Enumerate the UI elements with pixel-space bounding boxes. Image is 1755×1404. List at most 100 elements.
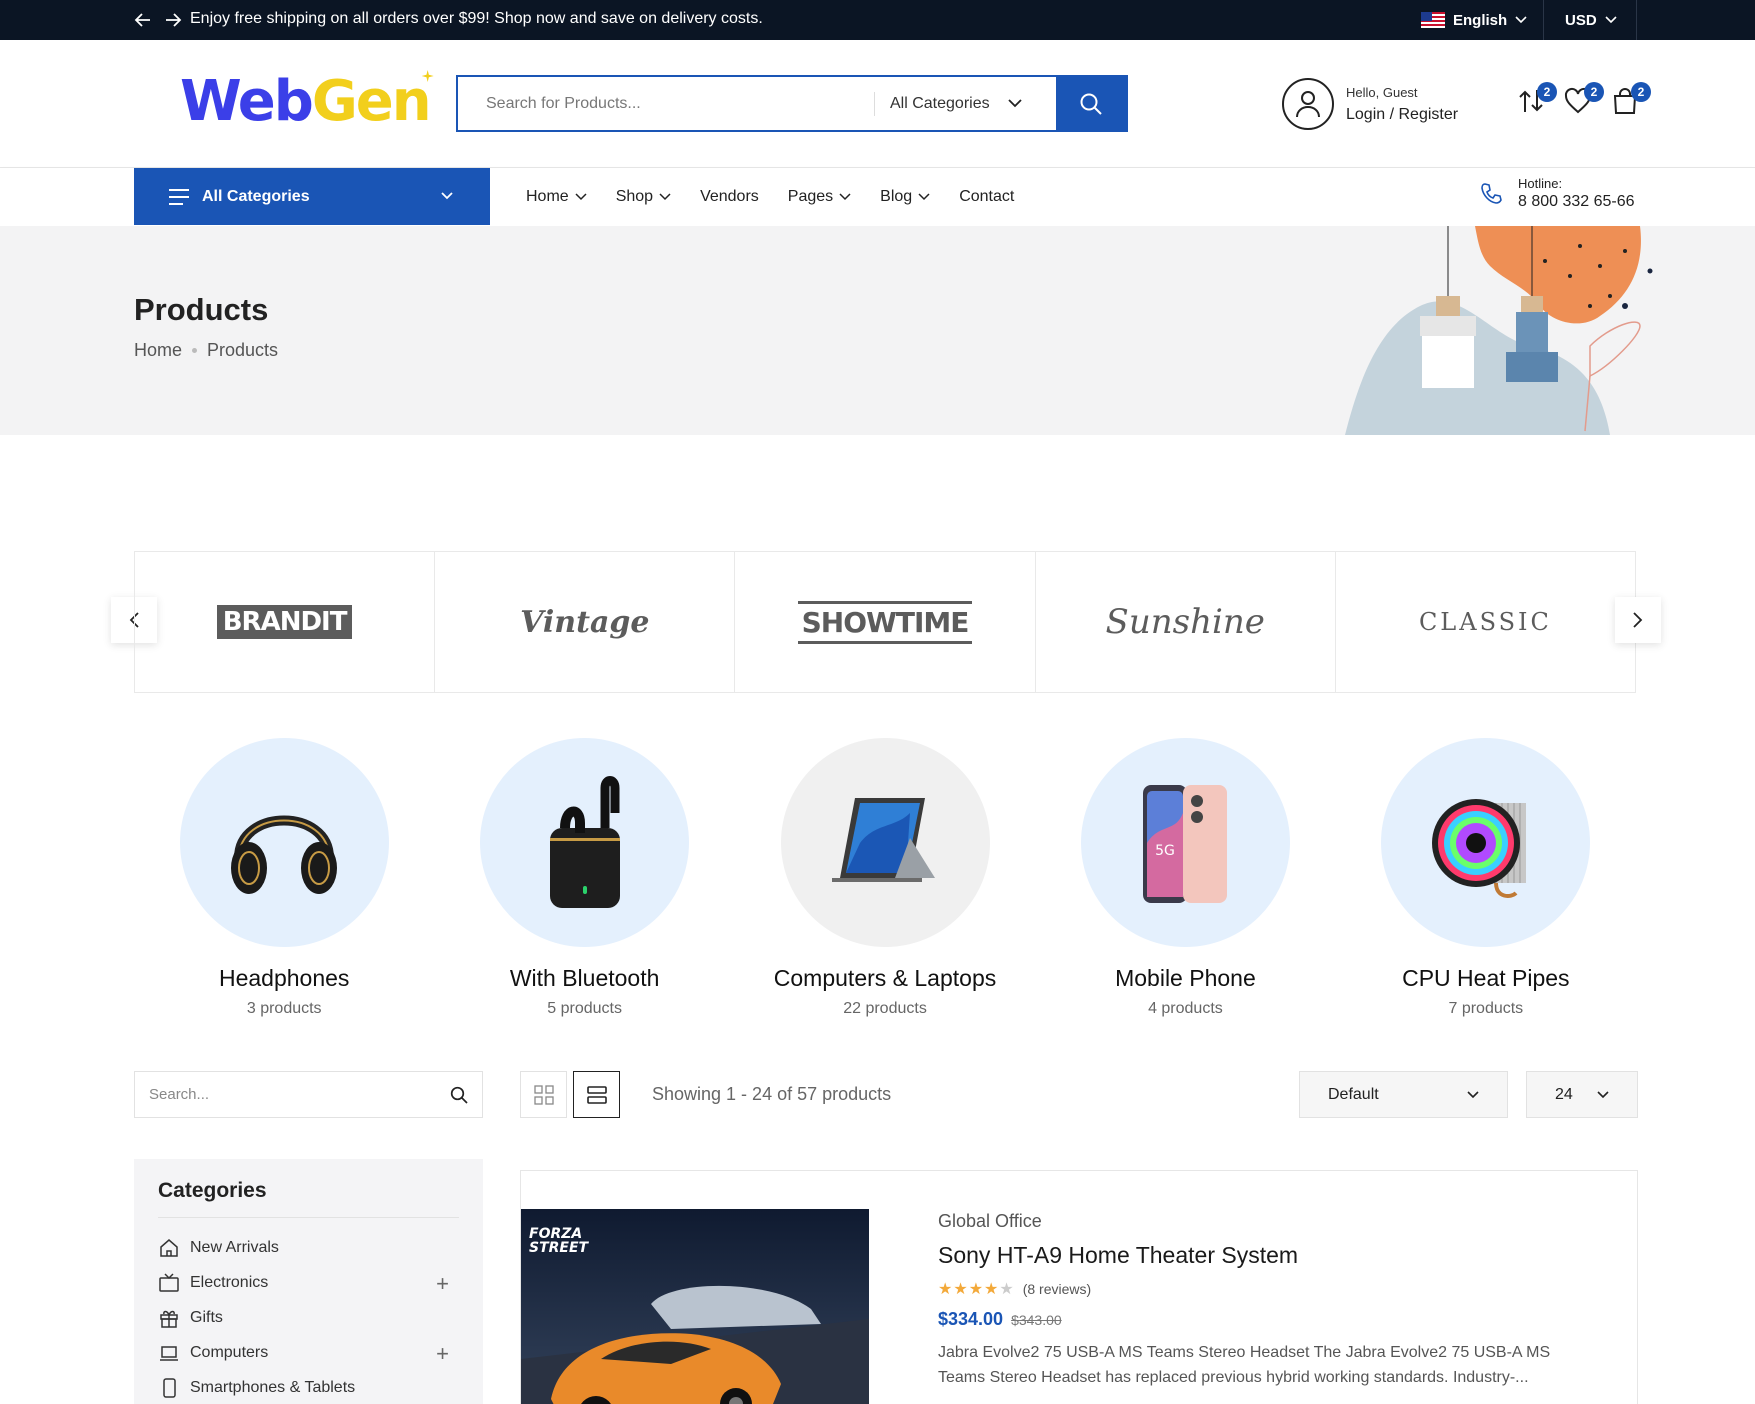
sidebar-item-smartphones[interactable]: Smartphones & Tablets: [158, 1370, 459, 1404]
nav-label: Home: [526, 187, 569, 205]
expand-plus-icon[interactable]: +: [436, 1271, 449, 1297]
category-card-headphones[interactable]: Headphones 3 products: [134, 738, 434, 1018]
category-card-mobile[interactable]: 5G Mobile Phone 4 products: [1035, 738, 1335, 1018]
product-image[interactable]: FORZA STREET: [521, 1209, 869, 1404]
category-name: With Bluetooth: [509, 965, 660, 991]
sidebar-item-electronics[interactable]: Electronics +: [158, 1265, 459, 1300]
sidebar-search-input[interactable]: [149, 1086, 450, 1103]
site-logo[interactable]: WebGen: [180, 70, 434, 130]
earbuds-icon: [480, 738, 690, 947]
wishlist-button[interactable]: 2: [1564, 82, 1604, 120]
breadcrumb-current: Products: [207, 340, 279, 360]
divider: [1636, 0, 1637, 40]
page-banner: Products Home Products: [0, 226, 1755, 435]
us-flag-icon: [1421, 12, 1445, 28]
search-icon[interactable]: [450, 1086, 468, 1104]
search-category-label: All Categories: [890, 94, 990, 112]
product-search-input[interactable]: [458, 77, 874, 130]
sidebar-item-gifts[interactable]: Gifts: [158, 1300, 459, 1335]
review-count[interactable]: (8 reviews): [1023, 1281, 1091, 1297]
cart-count-badge: 2: [1631, 82, 1651, 102]
greeting-text: Hello, Guest: [1346, 84, 1418, 100]
expand-plus-icon[interactable]: +: [436, 1341, 449, 1367]
nav-label: Blog: [880, 187, 913, 205]
sidebar-item-label: Electronics: [190, 1273, 269, 1291]
category-name: Headphones: [218, 965, 350, 991]
category-card-computers[interactable]: Computers & Laptops 22 products: [735, 738, 1035, 1018]
category-card-bluetooth[interactable]: With Bluetooth 5 products: [434, 738, 734, 1018]
category-count: 4 products: [1148, 1000, 1223, 1017]
brand-logo[interactable]: SHOWTIME: [735, 552, 1036, 692]
sidebar-search: [134, 1071, 483, 1118]
nav-item-blog[interactable]: Blog: [880, 188, 930, 206]
product-rating: ★★★★★ (8 reviews): [938, 1279, 1598, 1299]
category-count: 7 products: [1448, 1000, 1524, 1017]
brands-next-button[interactable]: [1615, 597, 1661, 643]
user-icon: [1282, 78, 1334, 130]
product-vendor[interactable]: Global Office: [938, 1211, 1598, 1232]
smartphone-icon: 5G: [1080, 738, 1290, 947]
compare-button[interactable]: 2: [1517, 82, 1557, 120]
category-name: Computers & Laptops: [773, 965, 997, 991]
nav-item-contact[interactable]: Contact: [959, 188, 1014, 206]
nav-item-shop[interactable]: Shop: [616, 188, 671, 206]
original-price: $343.00: [1011, 1312, 1062, 1328]
sort-select[interactable]: Default: [1299, 1071, 1508, 1118]
arrow-left-icon[interactable]: [134, 10, 152, 30]
brand-logo[interactable]: Sunshine: [1036, 552, 1336, 692]
sidebar-item-label: Computers: [190, 1343, 269, 1361]
chevron-down-icon: [918, 192, 930, 200]
chevron-down-icon: [441, 192, 453, 200]
category-name: Mobile Phone: [1115, 965, 1256, 991]
product-title[interactable]: Sony HT-A9 Home Theater System: [938, 1242, 1598, 1269]
all-categories-button[interactable]: All Categories: [134, 168, 490, 225]
grid-view-button[interactable]: [520, 1071, 567, 1118]
nav-item-vendors[interactable]: Vendors: [700, 188, 759, 206]
cpu-cooler-icon: [1381, 738, 1591, 947]
language-label: English: [1453, 11, 1508, 29]
sidebar-item-new-arrivals[interactable]: New Arrivals: [158, 1230, 459, 1265]
brand-name: Sunshine: [1105, 602, 1265, 642]
search-category-select[interactable]: All Categories: [874, 77, 1056, 130]
currency-selector[interactable]: USD: [1565, 0, 1617, 40]
sidebar-item-computers[interactable]: Computers +: [158, 1335, 459, 1370]
account-link[interactable]: Hello, Guest Login / Register: [1282, 78, 1458, 130]
chevron-down-icon: [1605, 16, 1617, 24]
list-view-button[interactable]: [573, 1071, 620, 1118]
brand-logo[interactable]: Vintage: [435, 552, 736, 692]
hotline-label: Hotline:: [1518, 176, 1563, 191]
logo-text-gen: Gen: [311, 69, 432, 134]
login-register-link[interactable]: Login / Register: [1346, 106, 1458, 124]
chevron-down-icon: [839, 192, 851, 200]
chevron-down-icon: [659, 192, 671, 200]
brand-name: SHOWTIME: [797, 600, 973, 644]
main-menu: Home Shop Vendors Pages Blog Contact: [526, 168, 1043, 225]
breadcrumb-home[interactable]: Home: [134, 340, 182, 361]
category-name: CPU Heat Pipes: [1402, 965, 1570, 991]
page-title: Products: [134, 292, 269, 327]
phone-icon: [1481, 182, 1502, 204]
cart-button[interactable]: 2: [1611, 82, 1651, 120]
grid-icon: [533, 1084, 554, 1105]
brand-name: Vintage: [520, 604, 650, 640]
breadcrumb: Home Products: [134, 340, 278, 361]
language-selector[interactable]: English: [1421, 0, 1544, 40]
search-button[interactable]: [1056, 77, 1126, 130]
sidebar-item-label: New Arrivals: [190, 1238, 279, 1256]
category-showcase: Headphones 3 products With Bluetooth 5 p…: [134, 738, 1636, 1018]
per-page-select[interactable]: 24: [1526, 1071, 1638, 1118]
nav-label: Shop: [615, 187, 654, 205]
compare-count-badge: 2: [1537, 82, 1557, 102]
headphones-icon: [179, 738, 389, 947]
hotline[interactable]: Hotline: 8 800 332 65-66: [1480, 176, 1635, 211]
product-list-item: FORZA STREET Global Office Sony HT-A9 Ho…: [520, 1170, 1638, 1404]
brand-logo[interactable]: BRANDIT: [135, 552, 436, 692]
brand-logo[interactable]: CLASSIC: [1336, 552, 1635, 692]
category-card-cpu[interactable]: CPU Heat Pipes 7 products: [1336, 738, 1636, 1018]
arrow-right-icon[interactable]: [164, 10, 182, 30]
nav-item-home[interactable]: Home: [526, 188, 587, 206]
menu-icon: [169, 188, 189, 205]
brand-name: CLASSIC: [1418, 608, 1552, 636]
brand-carousel: BRANDIT Vintage SHOWTIME Sunshine CLASSI…: [134, 551, 1636, 693]
nav-item-pages[interactable]: Pages: [788, 188, 851, 206]
